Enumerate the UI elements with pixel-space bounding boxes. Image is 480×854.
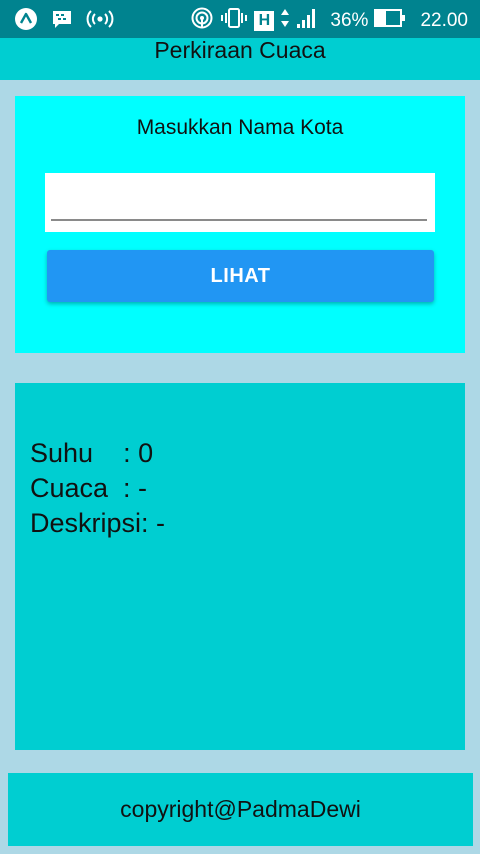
network-type-badge: H [254, 11, 275, 31]
nfc-signal-icon [190, 6, 214, 36]
footer: copyright@PadmaDewi [8, 773, 473, 846]
app-bar: Perkiraan Cuaca [0, 38, 480, 80]
signal-bars-icon [296, 6, 318, 36]
data-arrows-icon [280, 6, 290, 36]
bbm-chat-icon [50, 7, 74, 36]
weather-result-card: Suhu : 0 Cuaca : - Deskripsi: - [15, 383, 465, 750]
city-input-label: Masukkan Nama Kota [136, 116, 344, 139]
launcher-icon [14, 7, 38, 36]
clock-time: 22.00 [420, 10, 468, 31]
app-title: Perkiraan Cuaca [154, 37, 326, 63]
suhu-text: Suhu : 0 [30, 438, 154, 468]
hotspot-icon [86, 7, 114, 36]
city-field-container [45, 173, 435, 232]
lihat-button[interactable]: LIHAT [47, 250, 434, 302]
status-left-icons [14, 7, 114, 36]
deskripsi-text: Deskripsi: - [30, 508, 166, 538]
city-input[interactable] [51, 183, 427, 221]
vibrate-icon [220, 6, 248, 36]
city-input-card: Masukkan Nama Kota LIHAT [15, 96, 465, 353]
cuaca-text: Cuaca : - [30, 473, 148, 503]
copyright-text: copyright@PadmaDewi [120, 796, 361, 822]
battery-percent: 36% [330, 10, 369, 31]
status-bar: H 36% 22.00 [0, 0, 480, 38]
status-right-icons: H 36% 22.00 [190, 6, 468, 36]
battery-icon [374, 6, 406, 36]
